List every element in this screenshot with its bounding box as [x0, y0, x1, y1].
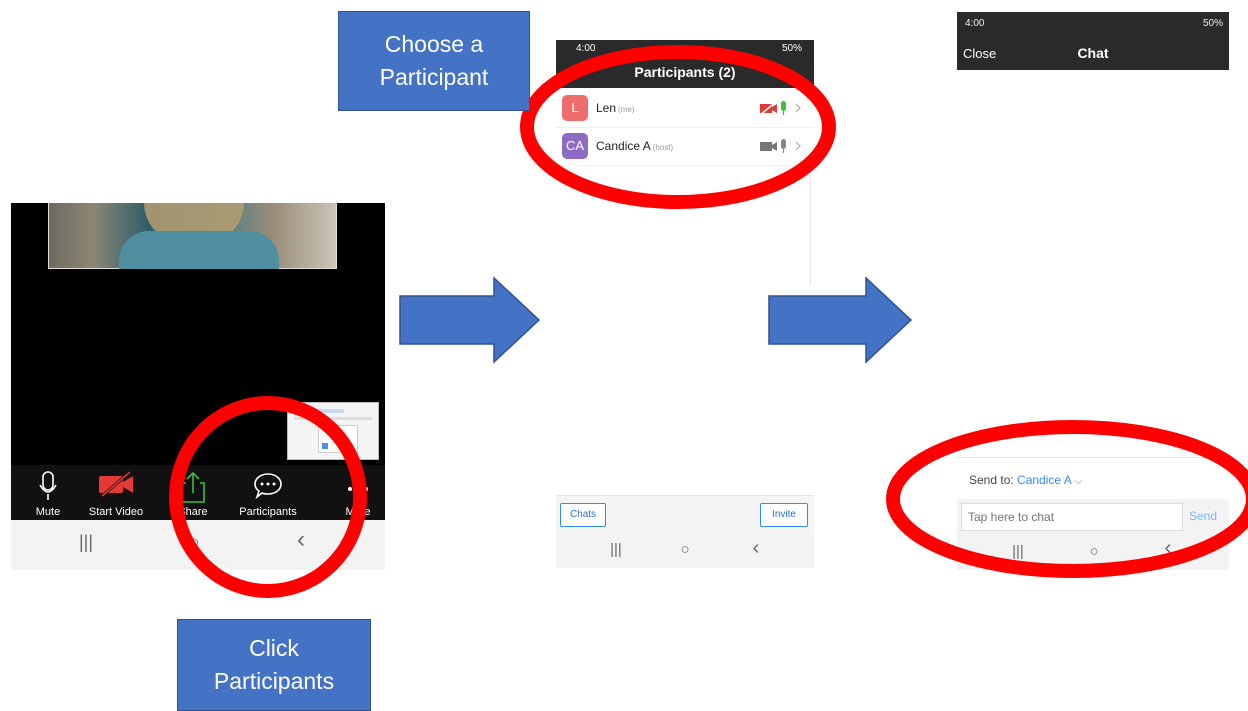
- microphone-icon: [781, 101, 786, 115]
- status-battery: 50%: [781, 43, 802, 54]
- chevron-right-icon: [795, 103, 801, 113]
- callout-click-participants: Click Participants: [177, 619, 371, 711]
- mute-label: Mute: [35, 506, 61, 518]
- participants-header: Participants (2): [556, 56, 814, 88]
- send-to-row: Send to: Candice A ⌵: [957, 457, 1229, 497]
- more-icon: [348, 487, 368, 491]
- mute-button[interactable]: Mute: [11, 465, 85, 520]
- page-title: Participants (2): [634, 64, 736, 80]
- shared-screen-thumbnail[interactable]: [287, 402, 379, 460]
- arrow-right-icon: [399, 276, 541, 364]
- recents-button[interactable]: |||: [1003, 543, 1033, 560]
- more-button[interactable]: More: [321, 465, 385, 520]
- status-time: 4:00: [576, 43, 596, 54]
- participants-label: Participants: [239, 506, 297, 518]
- start-video-label: Start Video: [88, 506, 144, 518]
- tutorial-canvas: Mute Start Video Share Participants More…: [0, 0, 1248, 711]
- recents-button[interactable]: |||: [601, 541, 631, 558]
- share-icon: [181, 471, 205, 503]
- video-on-icon: [760, 142, 777, 151]
- home-button[interactable]: ○: [670, 541, 700, 558]
- participant-name: Len (me): [596, 101, 635, 115]
- chats-button[interactable]: Chats: [560, 503, 606, 527]
- divider: [810, 166, 811, 286]
- send-to-label: Send to: Candice A ⌵: [969, 473, 1083, 487]
- participant-tag: (host): [652, 143, 674, 152]
- start-video-button[interactable]: Start Video: [79, 465, 153, 520]
- participant-tag: (me): [618, 105, 635, 114]
- status-time: 4:00: [965, 18, 985, 29]
- page-title: Chat: [1077, 45, 1109, 61]
- home-button[interactable]: ○: [179, 532, 209, 553]
- participant-name: Candice A (host): [596, 139, 674, 153]
- participant-status-icons: [758, 100, 808, 116]
- participants-button[interactable]: Participants: [231, 465, 305, 520]
- video-off-icon: [759, 100, 778, 116]
- back-button[interactable]: ‹: [1153, 537, 1183, 560]
- chat-screen: 4:00 50% Close Chat Send to: Candice A ⌵…: [957, 12, 1229, 570]
- more-label: More: [345, 506, 371, 518]
- participant-row[interactable]: CA Candice A (host): [556, 128, 814, 166]
- send-button[interactable]: Send: [1189, 509, 1217, 523]
- invite-button[interactable]: Invite: [760, 503, 808, 527]
- participant-status-icons: [758, 138, 808, 154]
- recents-button[interactable]: |||: [71, 532, 101, 553]
- android-nav-bar: ||| ○ ‹: [11, 520, 385, 570]
- participant-video-thumbnail[interactable]: [48, 203, 337, 269]
- chat-header: 4:00 50% Close Chat: [957, 12, 1229, 70]
- back-button[interactable]: ‹: [286, 526, 316, 554]
- chat-input[interactable]: [961, 503, 1183, 531]
- share-label: Share: [178, 506, 208, 518]
- android-nav-bar: ||| ○ ‹: [957, 535, 1229, 570]
- avatar: L: [562, 95, 588, 121]
- share-button[interactable]: Share: [156, 465, 230, 520]
- microphone-icon: [39, 471, 57, 500]
- chevron-right-icon: [795, 141, 801, 151]
- android-nav-bar: ||| ○ ‹: [556, 535, 814, 568]
- meeting-screen: Mute Start Video Share Participants More…: [11, 203, 385, 570]
- meeting-toolbar: Mute Start Video Share Participants More: [11, 465, 385, 520]
- status-battery: 50%: [1202, 18, 1223, 29]
- chevron-down-icon[interactable]: ⌵: [1072, 476, 1083, 487]
- participants-chat-icon: [254, 473, 282, 499]
- participants-bottom-bar: Chats Invite: [556, 495, 814, 535]
- participants-screen: 4:00 50% Participants (2) L Len (me) CA C…: [556, 40, 814, 568]
- microphone-icon: [781, 139, 786, 153]
- home-button[interactable]: ○: [1079, 543, 1109, 560]
- participant-row[interactable]: L Len (me): [556, 90, 814, 128]
- back-button[interactable]: ‹: [741, 537, 771, 560]
- chat-input-row: Send: [957, 499, 1229, 535]
- avatar: CA: [562, 133, 588, 159]
- status-bar: 4:00 50%: [556, 40, 814, 56]
- send-to-recipient-select[interactable]: Candice A: [1017, 473, 1072, 487]
- callout-choose-participant: Choose a Participant: [338, 11, 530, 111]
- video-off-icon: [99, 471, 133, 497]
